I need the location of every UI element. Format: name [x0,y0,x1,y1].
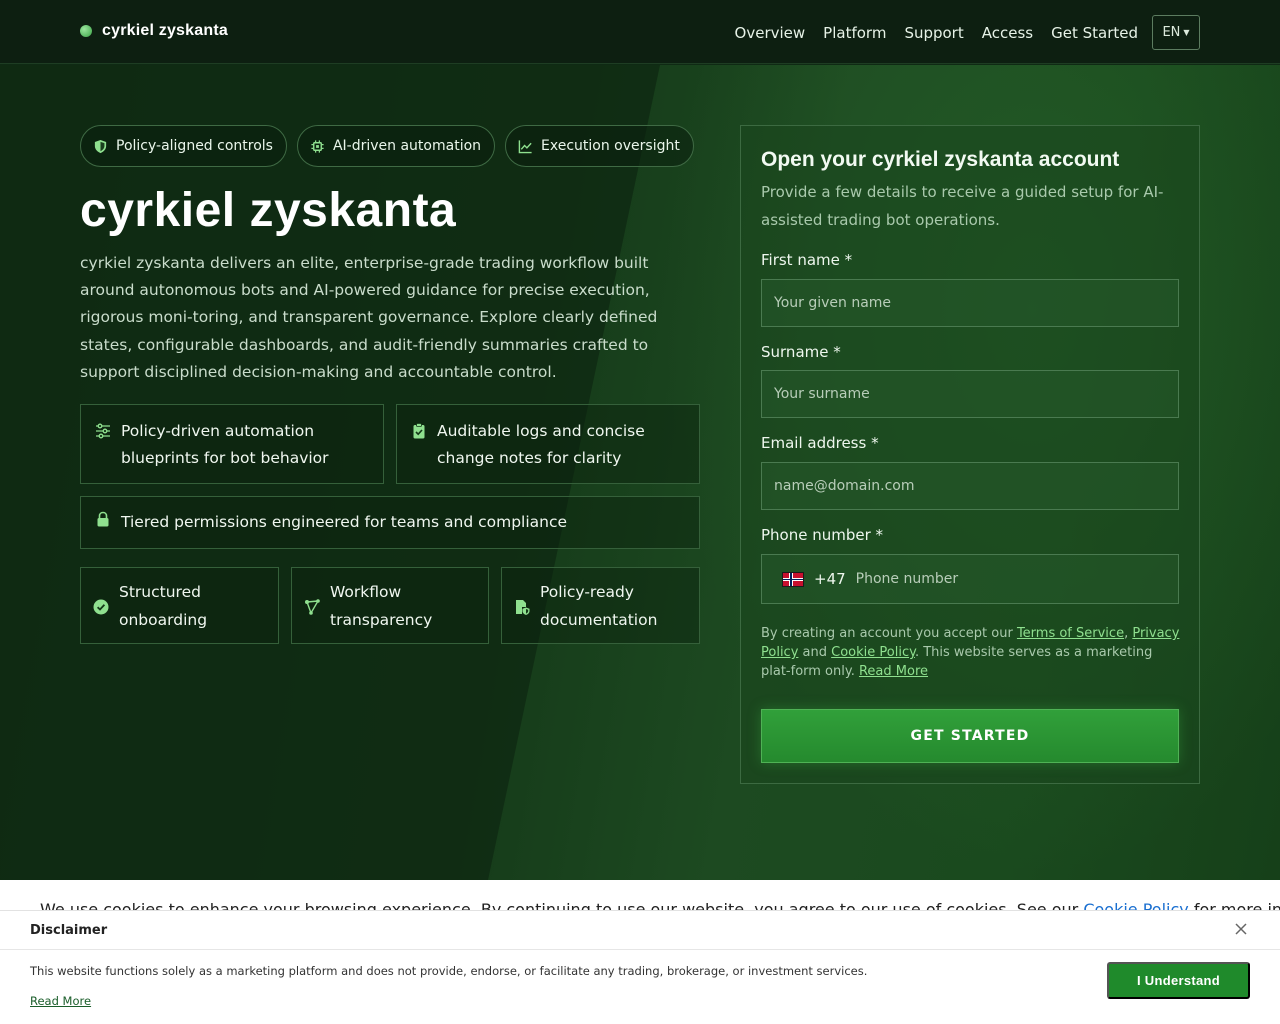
surname-label: Surname * [761,343,841,361]
feature-card-onboarding: Structured onboarding [80,567,279,644]
file-shield-icon [516,599,530,615]
feature-label: Workflow transparency [330,582,433,629]
close-icon[interactable] [1234,922,1248,936]
sliders-icon [96,423,110,439]
feature-card-documentation: Policy-ready documentation [501,567,700,644]
cookie-text: We use cookies to enhance your browsing … [40,900,1280,910]
nav-overview[interactable]: Overview [735,24,806,42]
form-subtitle: Provide a few details to receive a guide… [761,183,1164,229]
lock-icon [97,511,109,527]
main-nav: Overview Platform Support Access Get Sta… [735,15,1200,50]
nav-get-started[interactable]: Get Started [1051,24,1138,42]
first-name-field[interactable] [761,279,1179,327]
disclaimer-read-more-link[interactable]: Read More [30,994,91,1008]
cookie-suffix: for more informa [1193,900,1280,910]
email-label: Email address * [761,434,879,452]
disclaimer-banner: Disclaimer This website functions solely… [0,910,1280,1024]
disclaimer-text: This website functions solely as a marke… [30,964,868,978]
chip-label: Policy-aligned controls [116,138,273,154]
shield-icon [94,139,107,153]
chip-ai-automation: AI-driven automation [296,125,496,167]
nav-support[interactable]: Support [904,24,963,42]
feature-label: Policy-driven automation blueprints for … [121,422,329,467]
i-understand-button[interactable]: I Understand [1107,962,1250,999]
legal-and: and [798,645,832,660]
feature-card-transparency: Workflow transparency [291,567,489,644]
feature-label: Tiered permissions engineered for teams … [121,513,568,531]
legal-notice: By creating an account you accept our Te… [761,624,1181,681]
chevron-down-icon: ▼ [1183,28,1190,37]
top-navigation-bar: cyrkiel zyskanta Overview Platform Suppo… [0,0,1280,64]
feature-label: Auditable logs and concise change notes … [437,422,645,467]
chip-label: AI-driven automation [332,138,482,154]
phone-dial-code: +47 [814,570,846,588]
chip-policy-aligned: Policy-aligned controls [80,125,287,167]
feature-card-permissions: Tiered permissions engineered for teams … [80,496,700,549]
feature-card-automation: Policy-driven automation blueprints for … [80,404,384,484]
nodes-icon [305,598,320,615]
disclaimer-header: Disclaimer [0,911,1280,950]
hero-description: cyrkiel zyskanta delivers an elite, ente… [80,254,658,381]
line-chart-icon [518,139,532,153]
chip-execution-oversight: Execution oversight [505,125,694,167]
cookie-message: We use cookies to enhance your browsing … [40,900,1084,910]
phone-field-group: +47 [761,554,1179,604]
cookie-banner-policy-link[interactable]: Cookie Policy [1083,900,1188,910]
feature-chips: Policy-aligned controls AI-driven automa… [80,125,694,167]
language-label: EN [1162,25,1181,40]
nav-platform[interactable]: Platform [823,24,886,42]
brand-name: cyrkiel zyskanta [102,22,228,39]
language-selector[interactable]: EN ▼ [1152,15,1200,50]
phone-label: Phone number * [761,526,884,544]
brand-logo[interactable]: cyrkiel zyskanta [80,22,228,40]
feature-label: Structured onboarding [119,582,208,629]
get-started-button[interactable]: GET STARTED [761,709,1179,763]
clipboard-check-icon [413,423,425,439]
check-circle-icon [93,599,109,614]
terms-link[interactable]: Terms of Service [1017,626,1124,641]
norway-flag-icon[interactable] [782,571,804,587]
disclaimer-title: Disclaimer [30,923,108,938]
cookie-banner: We use cookies to enhance your browsing … [0,880,1280,910]
feature-label: Policy-ready documentation [540,582,658,629]
hero-title: cyrkiel zyskanta [80,184,457,237]
surname-field[interactable] [761,370,1179,418]
chip-label: Execution oversight [541,138,680,154]
cookie-policy-link[interactable]: Cookie Policy [831,645,915,660]
brand-dot-icon [80,25,92,37]
chip-icon [311,139,324,153]
signup-form: Open your cyrkiel zyskanta account Provi… [740,125,1200,784]
read-more-link[interactable]: Read More [859,664,928,679]
first-name-label: First name * [761,251,853,269]
feature-card-logs: Auditable logs and concise change notes … [396,404,700,484]
nav-access[interactable]: Access [982,24,1033,42]
email-field[interactable] [761,462,1179,510]
form-title: Open your cyrkiel zyskanta account [761,148,1120,171]
legal-prefix: By creating an account you accept our [761,626,1017,641]
phone-field[interactable] [855,571,1156,587]
